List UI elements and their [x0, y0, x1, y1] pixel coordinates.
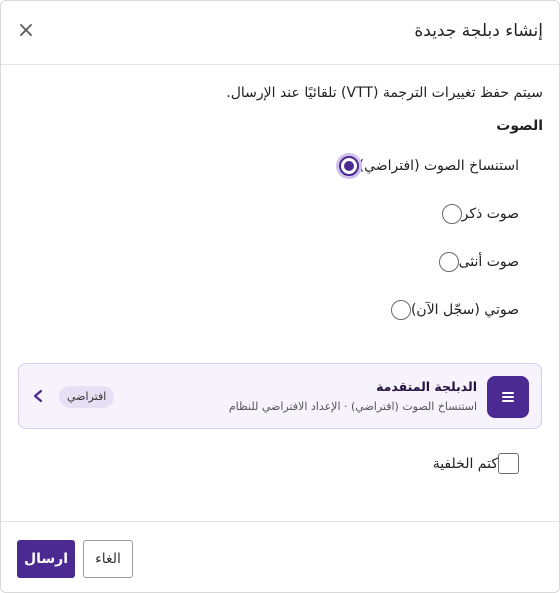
dialog-footer: ارسال الغاء [1, 521, 559, 592]
cancel-button[interactable]: الغاء [83, 540, 133, 578]
advanced-dubbing-title: الدبلجة المتقدمة [376, 379, 477, 394]
voice-option-clone[interactable]: استنساخ الصوت (افتراضي) [338, 156, 519, 176]
voice-option-label: صوت أنثى [458, 254, 519, 270]
advanced-dubbing-subtitle: استنساخ الصوت (افتراضي) · الإعداد الافتر… [228, 400, 477, 413]
voice-option-male[interactable]: صوت ذكر [441, 204, 519, 224]
default-badge: افتراضي [59, 386, 115, 408]
radio-button[interactable] [390, 300, 411, 320]
mute-background-label: كتم الخلفية [432, 455, 498, 472]
voice-option-record[interactable]: صوتي (سجّل الآن) [390, 300, 519, 320]
radio-button[interactable] [438, 252, 459, 272]
voice-option-label: صوتي (سجّل الآن) [410, 302, 519, 318]
submit-button[interactable]: ارسال [17, 540, 75, 578]
new-dub-dialog: إنشاء دبلجة جديدة × سيتم حفظ تغييرات الت… [0, 0, 560, 593]
radio-button-checked[interactable] [338, 156, 359, 176]
radio-button[interactable] [441, 204, 462, 224]
voice-option-label: استنساخ الصوت (افتراضي) [358, 158, 519, 174]
chevron-left-icon[interactable] [31, 386, 45, 406]
dialog-title: إنشاء دبلجة جديدة [414, 21, 543, 41]
info-text: سيتم حفظ تغييرات الترجمة (VTT) تلقائيًا … [226, 85, 543, 101]
advanced-dubbing-card[interactable]: الدبلجة المتقدمة استنساخ الصوت (افتراضي)… [18, 363, 542, 429]
mute-background-option[interactable]: كتم الخلفية [433, 453, 519, 474]
voice-option-female[interactable]: صوت أنثى [438, 252, 519, 272]
voice-option-label: صوت ذكر [461, 206, 519, 222]
voice-section-label: الصوت [496, 118, 543, 134]
close-icon[interactable]: × [15, 20, 37, 42]
list-icon [487, 376, 529, 418]
mute-background-checkbox[interactable] [498, 453, 519, 474]
dialog-header: إنشاء دبلجة جديدة × [1, 1, 559, 65]
